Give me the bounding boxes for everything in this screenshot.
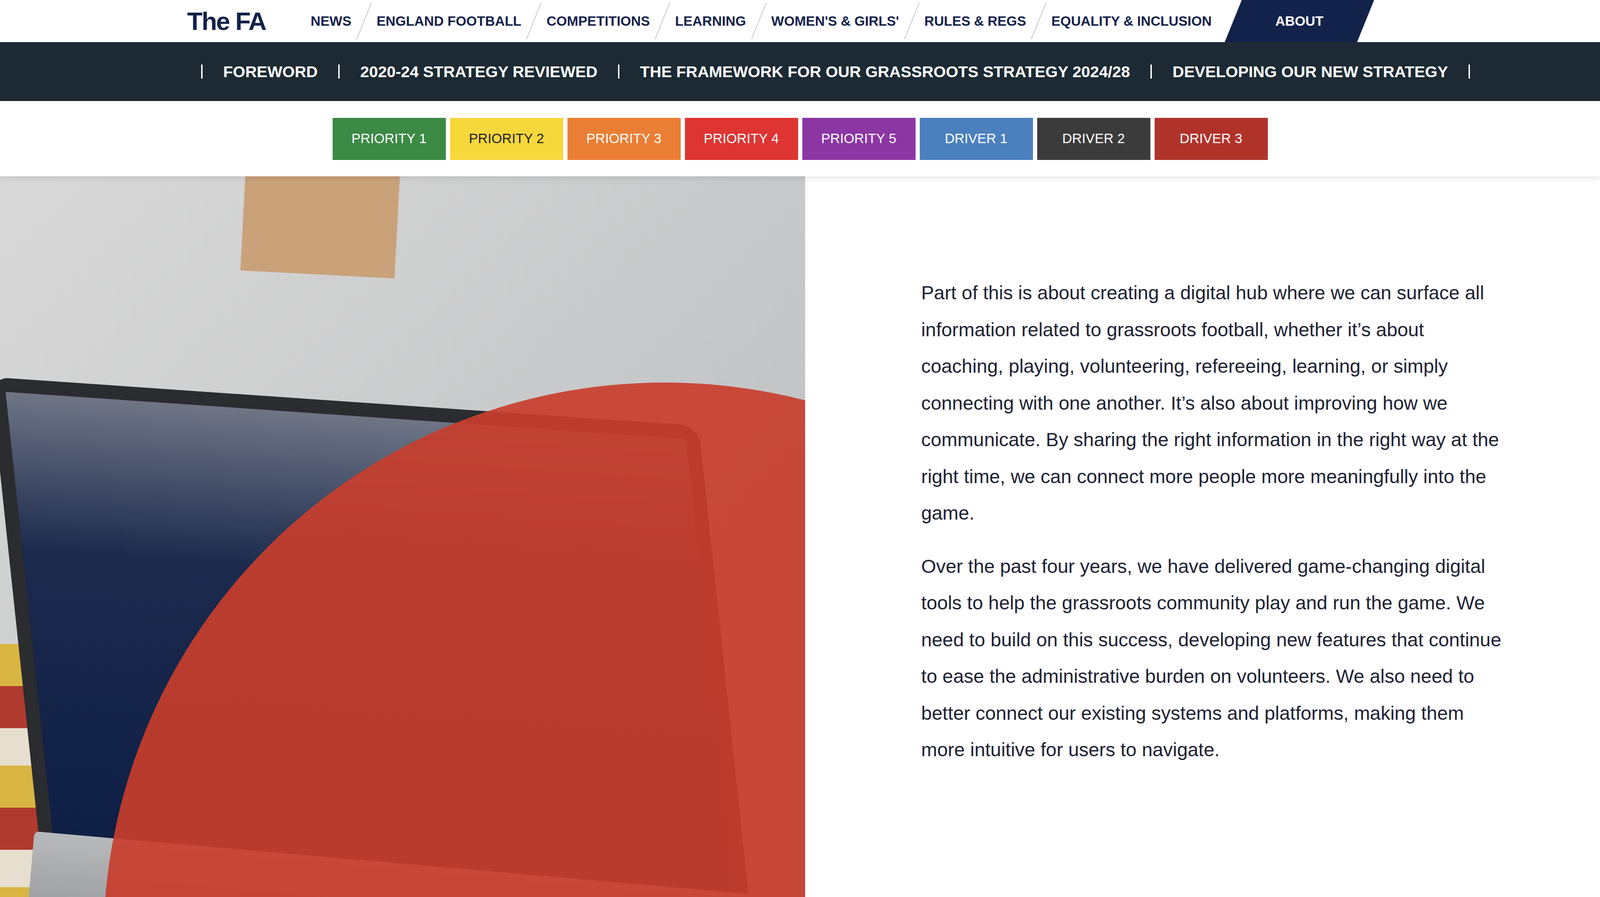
section-separator — [1150, 64, 1152, 79]
nav-item[interactable]: EQUALITY & INCLUSION — [1039, 0, 1224, 43]
content-area: Part of this is about creating a digital… — [0, 176, 1600, 897]
nav-separator — [356, 2, 372, 40]
priority-button[interactable]: DRIVER 2 — [1037, 117, 1151, 160]
article-text: Part of this is about creating a digital… — [805, 176, 1600, 897]
priority-button[interactable]: DRIVER 3 — [1154, 117, 1268, 160]
section-nav: FOREWORD2020-24 STRATEGY REVIEWEDTHE FRA… — [0, 42, 1600, 102]
priority-button[interactable]: PRIORITY 3 — [567, 117, 681, 160]
top-navigation: The FA NEWSENGLAND FOOTBALLCOMPETITIONSLE… — [0, 0, 1600, 43]
priority-button[interactable]: PRIORITY 4 — [684, 117, 799, 160]
fa-logo[interactable]: The FA — [187, 0, 266, 43]
nav-separator — [903, 2, 920, 40]
nav-item[interactable]: RULES & REGS — [912, 0, 1039, 43]
laptop-photo — [0, 176, 806, 897]
nav-item[interactable]: ENGLAND FOOTBALL — [364, 0, 534, 43]
nav-item[interactable]: NEWS — [298, 0, 364, 43]
section-separator — [338, 64, 340, 79]
section-separator — [1468, 64, 1470, 79]
section-link[interactable]: DEVELOPING OUR NEW STRATEGY — [1151, 62, 1469, 81]
nav-item[interactable]: LEARNING — [662, 0, 758, 43]
priority-bar: PRIORITY 1PRIORITY 2PRIORITY 3PRIORITY 4… — [0, 101, 1600, 177]
priority-button[interactable]: PRIORITY 2 — [450, 117, 564, 160]
main-nav: NEWSENGLAND FOOTBALLCOMPETITIONSLEARNING… — [298, 0, 1366, 43]
nav-item[interactable]: WOMEN'S & GIRLS' — [759, 0, 912, 43]
section-link[interactable]: FOREWORD — [202, 62, 339, 81]
nav-separator — [526, 2, 543, 40]
priority-button[interactable]: PRIORITY 1 — [332, 117, 446, 160]
priority-button[interactable]: PRIORITY 5 — [802, 117, 916, 160]
nav-separator — [654, 2, 671, 40]
paragraph: Over the past four years, we have delive… — [921, 548, 1506, 769]
section-link[interactable]: THE FRAMEWORK FOR OUR GRASSROOTS STRATEG… — [619, 62, 1151, 81]
paragraph: Part of this is about creating a digital… — [921, 274, 1506, 532]
nav-item[interactable]: COMPETITIONS — [534, 0, 662, 43]
priority-button[interactable]: DRIVER 1 — [919, 117, 1033, 160]
nav-separator — [1030, 2, 1047, 40]
section-separator — [618, 64, 620, 79]
nav-item[interactable]: ABOUT — [1233, 0, 1366, 43]
sticky-note — [240, 176, 401, 279]
section-separator — [201, 64, 203, 79]
nav-separator — [750, 2, 767, 40]
section-link[interactable]: 2020-24 STRATEGY REVIEWED — [339, 62, 619, 81]
